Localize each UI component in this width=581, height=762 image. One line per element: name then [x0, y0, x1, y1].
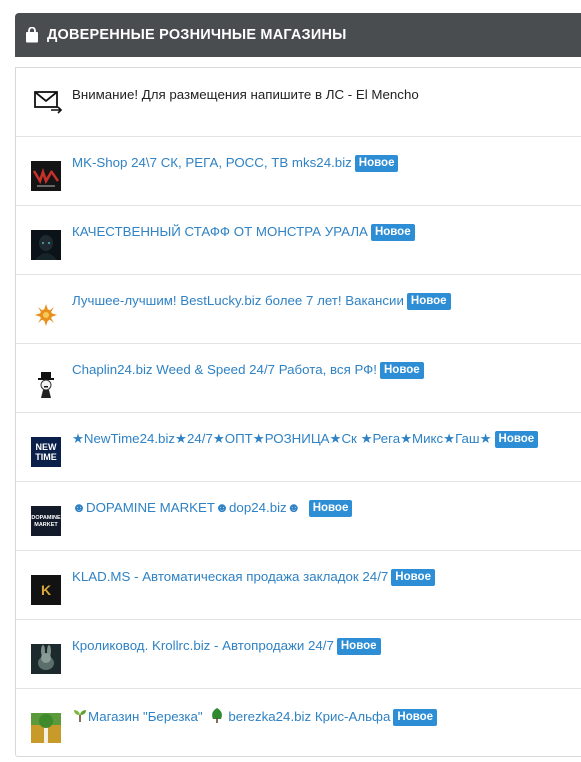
shop-avatar[interactable] — [31, 161, 61, 191]
new-badge: Новое — [393, 709, 438, 726]
list-item: Chaplin24.biz Weed & Speed 24/7 Работа, … — [16, 344, 581, 413]
new-badge: Новое — [354, 155, 399, 172]
shop-link[interactable]: Кроликовод. Krollrc.biz - Автопродажи 24… — [72, 638, 334, 653]
shop-avatar[interactable] — [31, 644, 61, 674]
shop-link[interactable]: ☻DOPAMINE MARKET☻dop24.biz☻ — [72, 500, 301, 515]
section-title: ДОВЕРЕННЫЕ РОЗНИЧНЫЕ МАГАЗИНЫ — [47, 27, 347, 43]
section-header: ДОВЕРЕННЫЕ РОЗНИЧНЫЕ МАГАЗИНЫ — [15, 13, 581, 57]
notice-text: Внимание! Для размещения напишите в ЛС -… — [72, 87, 419, 102]
shop-link[interactable]: KLAD.MS - Автоматическая продажа закладо… — [72, 569, 388, 584]
tree-icon — [212, 708, 223, 723]
sprout-icon — [74, 710, 86, 722]
shop-list: Внимание! Для размещения напишите в ЛС -… — [15, 67, 581, 757]
new-badge: Новое — [494, 431, 539, 448]
shop-link[interactable]: КАЧЕСТВЕННЫЙ СТАФФ ОТ МОНСТРА УРАЛА — [72, 224, 368, 239]
list-item: NEW TIME ★NewTime24.biz★24/7★ОПТ★РОЗНИЦА… — [16, 413, 581, 482]
shop-avatar[interactable] — [31, 713, 61, 743]
shop-link[interactable]: Chaplin24.biz Weed & Speed 24/7 Работа, … — [72, 362, 377, 377]
notice-row: Внимание! Для размещения напишите в ЛС -… — [16, 68, 581, 137]
shop-link[interactable]: Лучшее-лучшим! BestLucky.biz более 7 лет… — [72, 293, 404, 308]
shop-avatar[interactable]: NEW TIME — [31, 437, 61, 467]
shop-avatar[interactable]: DOPAMINE MARKET — [31, 506, 61, 536]
shop-avatar[interactable] — [31, 368, 61, 398]
new-badge: Новое — [370, 224, 415, 241]
mail-forward-icon — [34, 91, 63, 114]
list-item: Лучшее-лучшим! BestLucky.biz более 7 лет… — [16, 275, 581, 344]
list-item: K KLAD.MS - Автоматическая продажа закла… — [16, 551, 581, 620]
list-item: Кроликовод. Krollrc.biz - Автопродажи 24… — [16, 620, 581, 689]
new-badge: Новое — [336, 638, 381, 655]
new-badge: Новое — [406, 293, 451, 310]
new-badge: Новое — [379, 362, 424, 379]
list-item: Магазин "Березка" berezka24.biz Крис-Аль… — [16, 689, 581, 758]
shop-avatar[interactable] — [31, 230, 61, 260]
shop-link[interactable]: MK-Shop 24\7 СК, РЕГА, РОСС, ТВ mks24.bi… — [72, 155, 352, 170]
new-badge: Новое — [391, 569, 435, 586]
shopping-bag-icon — [26, 27, 38, 43]
list-item: КАЧЕСТВЕННЫЙ СТАФФ ОТ МОНСТРА УРАЛА Новое — [16, 206, 581, 275]
shop-avatar[interactable] — [31, 299, 61, 329]
list-item: DOPAMINE MARKET ☻DOPAMINE MARKET☻dop24.b… — [16, 482, 581, 551]
new-badge: Новое — [308, 500, 353, 517]
shop-link-domain[interactable]: berezka24.biz Крис-Альфа — [228, 709, 390, 724]
shop-link[interactable]: Магазин "Березка" — [88, 709, 203, 724]
shop-avatar[interactable]: K — [31, 575, 61, 605]
list-item: MK-Shop 24\7 СК, РЕГА, РОСС, ТВ mks24.bi… — [16, 137, 581, 206]
shop-link[interactable]: ★NewTime24.biz★24/7★ОПТ★РОЗНИЦА★Ск ★Рега… — [72, 431, 492, 446]
